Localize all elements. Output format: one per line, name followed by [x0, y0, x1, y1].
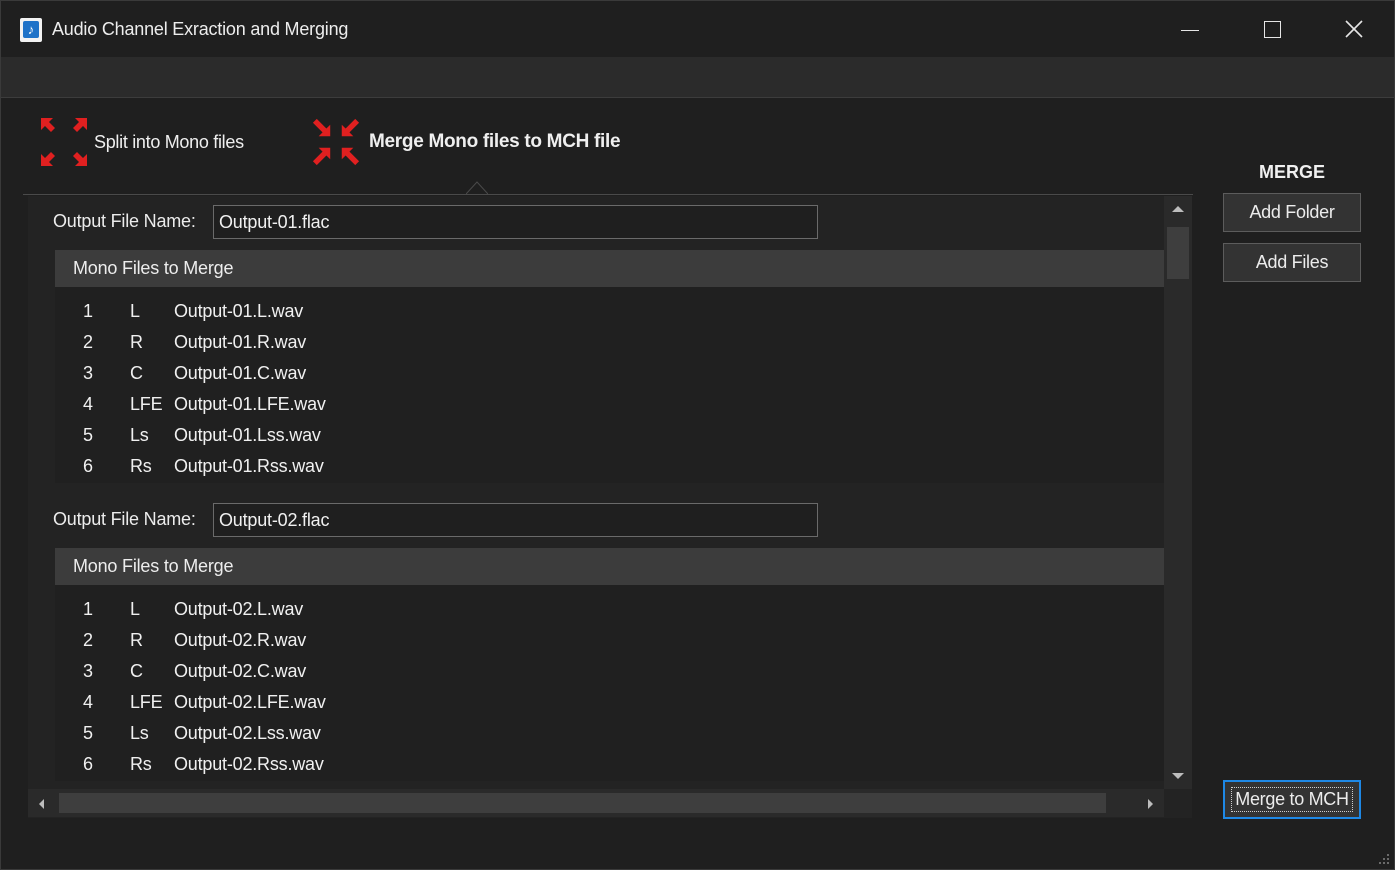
list-item[interactable]: 5 Ls Output-02.Lss.wav	[55, 719, 1165, 750]
row-file-name: Output-01.Rss.wav	[174, 456, 324, 476]
tab-split-label: Split into Mono files	[94, 131, 244, 152]
expand-arrows-icon	[41, 118, 87, 166]
row-index: 6	[83, 456, 93, 476]
row-file-name: Output-02.Rss.wav	[174, 754, 324, 774]
row-channel: L	[130, 599, 140, 619]
menu-strip	[1, 57, 1394, 98]
row-file-name: Output-01.R.wav	[174, 332, 307, 352]
row-channel: C	[130, 363, 143, 383]
vertical-scrollbar[interactable]	[1164, 196, 1192, 789]
row-index: 2	[83, 332, 93, 352]
app-window: ♪ Audio Channel Exraction and Merging Sp…	[0, 0, 1395, 870]
row-index: 3	[83, 661, 93, 681]
row-file-name: Output-01.C.wav	[174, 363, 307, 383]
row-channel: LFE	[130, 692, 163, 712]
tab-divider	[23, 194, 1193, 195]
row-file-name: Output-01.L.wav	[174, 301, 304, 321]
add-folder-button[interactable]: Add Folder	[1223, 193, 1361, 232]
merge-section-title: MERGE	[1258, 162, 1325, 182]
list-item[interactable]: 5 Ls Output-01.Lss.wav	[55, 421, 1165, 452]
mono-files-list[interactable]: 1 L Output-01.L.wav 2 R Output-01.R.wav 3 C Ou…	[55, 287, 1165, 483]
output-file-name-label: Output File Name:	[53, 509, 196, 529]
row-channel: R	[130, 630, 143, 650]
scroll-left-icon[interactable]	[39, 799, 44, 809]
row-channel: C	[130, 661, 143, 681]
music-note-icon: ♪	[20, 18, 42, 42]
row-channel: LFE	[130, 394, 163, 414]
resize-grip-icon[interactable]	[1378, 853, 1390, 865]
row-file-name: Output-01.Lss.wav	[174, 425, 321, 445]
vertical-scroll-thumb[interactable]	[1167, 227, 1189, 279]
add-files-button[interactable]: Add Files	[1223, 243, 1361, 282]
merge-to-mch-button[interactable]: Merge to MCH	[1223, 780, 1361, 819]
list-item[interactable]: 2 R Output-01.R.wav	[55, 328, 1165, 359]
row-file-name: Output-02.Lss.wav	[174, 723, 321, 743]
tab-merge-label: Merge Mono files to MCH file	[369, 131, 621, 152]
scroll-right-icon[interactable]	[1148, 799, 1153, 809]
close-icon	[1345, 20, 1363, 38]
list-item[interactable]: 6 Rs Output-02.Rss.wav	[55, 750, 1165, 781]
row-file-name: Output-01.LFE.wav	[174, 394, 326, 414]
window-title: Audio Channel Exraction and Merging	[52, 19, 349, 39]
scroll-up-icon[interactable]	[1172, 206, 1184, 212]
list-item[interactable]: 2 R Output-02.R.wav	[55, 626, 1165, 657]
row-channel: Ls	[130, 425, 149, 445]
list-item[interactable]: 1 L Output-01.L.wav	[55, 297, 1165, 328]
list-item[interactable]: 3 C Output-02.C.wav	[55, 657, 1165, 688]
tab-merge-mono[interactable]: Merge Mono files to MCH file	[311, 116, 621, 168]
row-index: 6	[83, 754, 93, 774]
row-index: 5	[83, 425, 93, 445]
row-channel: R	[130, 332, 143, 352]
output-file-name-label: Output File Name:	[53, 211, 196, 231]
list-item[interactable]: 3 C Output-01.C.wav	[55, 359, 1165, 390]
maximize-icon	[1263, 20, 1281, 38]
list-item[interactable]: 4 LFE Output-01.LFE.wav	[55, 390, 1165, 421]
row-file-name: Output-02.LFE.wav	[174, 692, 326, 712]
list-header: Mono Files to Merge	[55, 250, 1165, 287]
list-header: Mono Files to Merge	[55, 548, 1165, 585]
row-index: 4	[83, 394, 93, 414]
collapse-arrows-icon	[312, 118, 360, 166]
row-channel: L	[130, 301, 140, 321]
row-index: 4	[83, 692, 93, 712]
tab-split-mono[interactable]: Split into Mono files	[39, 116, 244, 168]
output-file-name-input[interactable]	[213, 503, 818, 537]
row-index: 2	[83, 630, 93, 650]
merge-groups-panel[interactable]: Output File Name: Mono Files to Merge 1 L…	[28, 196, 1192, 818]
list-item[interactable]: 4 LFE Output-02.LFE.wav	[55, 688, 1165, 719]
row-file-name: Output-02.L.wav	[174, 599, 304, 619]
horizontal-scrollbar[interactable]	[28, 789, 1164, 817]
row-channel: Ls	[130, 723, 149, 743]
scroll-down-icon[interactable]	[1172, 773, 1184, 779]
close-button[interactable]	[1313, 1, 1395, 57]
list-item[interactable]: 1 L Output-02.L.wav	[55, 595, 1165, 626]
row-channel: Rs	[130, 754, 152, 774]
output-file-name-input[interactable]	[213, 205, 818, 239]
active-tab-caret-icon	[466, 181, 488, 195]
row-index: 5	[83, 723, 93, 743]
title-bar[interactable]: ♪ Audio Channel Exraction and Merging	[1, 1, 1394, 57]
minimize-icon	[1181, 29, 1199, 31]
row-index: 1	[83, 599, 93, 619]
row-index: 3	[83, 363, 93, 383]
row-file-name: Output-02.R.wav	[174, 630, 307, 650]
row-index: 1	[83, 301, 93, 321]
row-channel: Rs	[130, 456, 152, 476]
mono-files-list[interactable]: 1 L Output-02.L.wav 2 R Output-02.R.wav 3 C Ou…	[55, 585, 1165, 781]
minimize-button[interactable]	[1149, 1, 1231, 57]
horizontal-scroll-thumb[interactable]	[59, 793, 1106, 813]
row-file-name: Output-02.C.wav	[174, 661, 307, 681]
maximize-button[interactable]	[1231, 1, 1313, 57]
list-item[interactable]: 6 Rs Output-01.Rss.wav	[55, 452, 1165, 483]
merge-to-mch-label: Merge to MCH	[1231, 787, 1353, 812]
